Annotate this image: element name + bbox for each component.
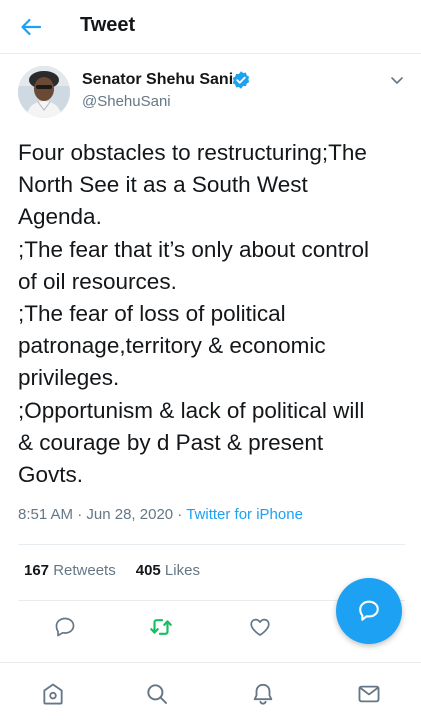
reply-icon: [55, 617, 75, 637]
home-icon: [43, 683, 63, 705]
tweet-detail-screen: Tweet Senator Shehu Sani @ShehuSani Four…: [0, 0, 421, 720]
likes-count: 405: [135, 562, 161, 579]
chevron-down-icon: [391, 77, 403, 84]
tweet-text-line: of oil resources.: [18, 268, 177, 294]
messages-icon: [358, 685, 380, 703]
meta-separator: ·: [173, 506, 187, 523]
likes-stat[interactable]: 405 Likes: [136, 562, 200, 579]
notifications-icon: [253, 683, 273, 705]
retweets-count: 167: [24, 562, 50, 579]
verified-badge-icon: [232, 71, 250, 89]
avatar[interactable]: [18, 66, 70, 118]
tweet-menu-button[interactable]: [384, 68, 410, 92]
tweet-text-line: ;Opportunism & lack of political will: [18, 397, 365, 423]
tweet-text-line: North See it as a South West: [18, 172, 308, 198]
arrow-left-icon: [21, 18, 42, 36]
tweet-text-line: & courage by d Past & present: [18, 429, 324, 455]
avatar-photo: [18, 66, 70, 118]
compose-reply-icon: [359, 600, 379, 621]
tweet-date: Jun 28, 2020: [86, 506, 174, 523]
tweet-text-line: ;The fear of loss of political: [18, 301, 286, 327]
retweet-icon: [150, 619, 172, 635]
tweet-text-line: Four obstacles to restructuring;The: [18, 140, 367, 165]
heart-icon: [250, 618, 270, 636]
page-title: Tweet: [80, 14, 136, 36]
tweet-text: Four obstacles to restructuring;The Nort…: [18, 137, 414, 491]
nav-messages[interactable]: [352, 677, 386, 711]
tweet-text-line: Govts.: [18, 462, 84, 488]
author-handle[interactable]: @ShehuSani: [82, 93, 171, 110]
tweet-text-line: patronage,territory & economic: [18, 333, 326, 359]
nav-search[interactable]: [140, 677, 174, 711]
engagement-stats: 167 Retweets 405 Likes: [24, 562, 200, 579]
tweet-text-line: privileges.: [18, 365, 120, 391]
meta-separator: ·: [73, 506, 87, 523]
tweet-timestamp-row: 8:51 AM · Jun 28, 2020 · Twitter for iPh…: [18, 506, 303, 523]
compose-reply-button[interactable]: [336, 578, 402, 644]
likes-label: Likes: [160, 562, 200, 579]
tweet-text-line: ;The fear that it’s only about control: [18, 236, 370, 262]
bottom-navigation: [0, 662, 421, 720]
search-icon: [147, 684, 167, 704]
like-button[interactable]: [243, 610, 277, 644]
divider: [18, 544, 405, 545]
tweet-author: Senator Shehu Sani @ShehuSani: [18, 66, 408, 122]
tweet-time: 8:51 AM: [18, 506, 74, 523]
retweet-button[interactable]: [144, 610, 178, 644]
nav-home[interactable]: [36, 677, 70, 711]
nav-notifications[interactable]: [246, 677, 280, 711]
tweet-text-line: Agenda.: [18, 204, 102, 230]
reply-button[interactable]: [48, 610, 82, 644]
retweets-label: Retweets: [49, 562, 116, 579]
retweets-stat[interactable]: 167 Retweets: [24, 562, 116, 579]
back-button[interactable]: [14, 12, 48, 42]
author-display-name[interactable]: Senator Shehu Sani: [82, 71, 233, 89]
top-app-bar: Tweet: [0, 0, 421, 54]
tweet-source-link[interactable]: Twitter for iPhone: [186, 506, 303, 523]
